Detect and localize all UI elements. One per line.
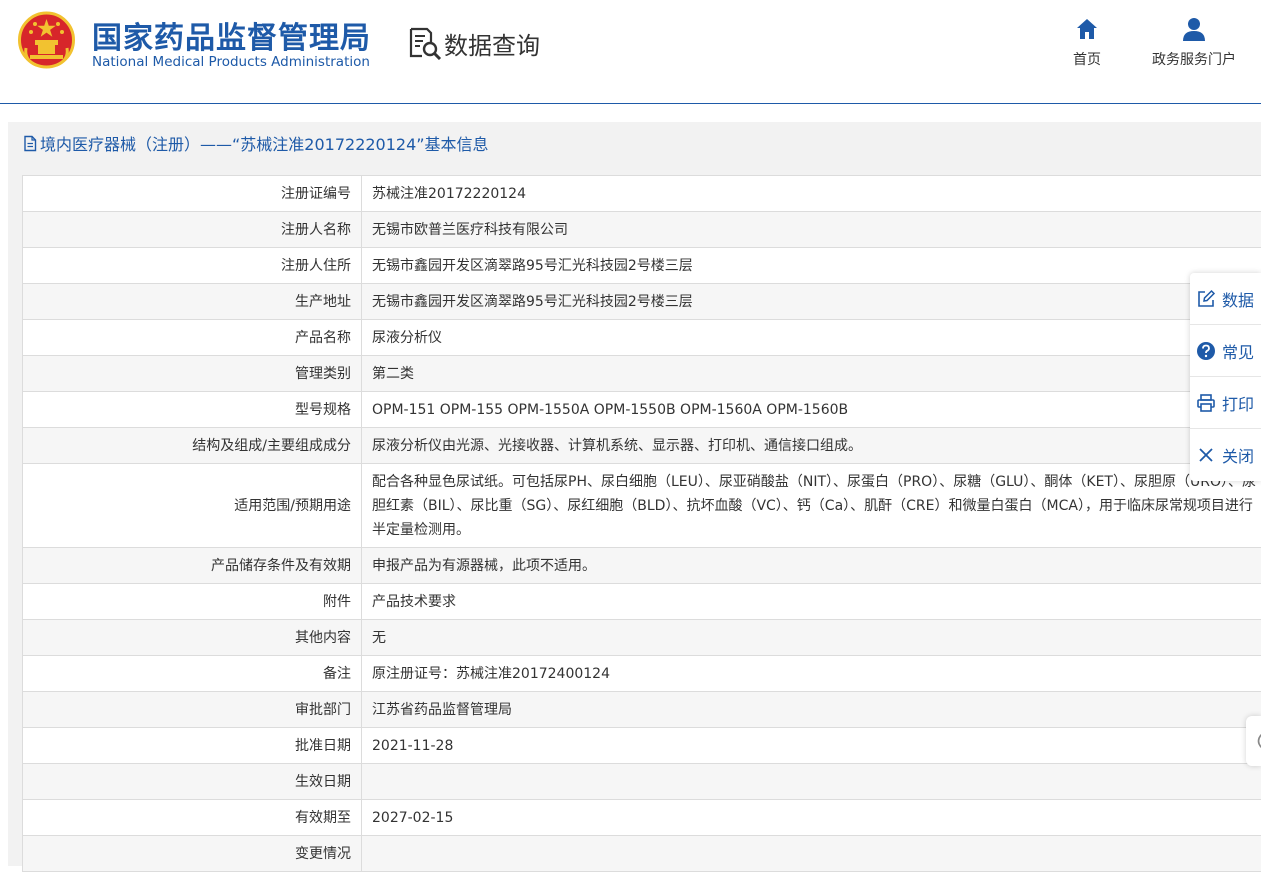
table-row: 备注 原注册证号：苏械注准20172400124 <box>23 656 1261 692</box>
close-icon <box>1196 445 1216 465</box>
field-value: 配合各种显色尿试纸。可包括尿PH、尿白细胞（LEU）、尿亚硝酸盐（NIT）、尿蛋… <box>362 464 1261 548</box>
field-label: 型号规格 <box>23 392 362 428</box>
panel-title-text: 境内医疗器械（注册）——“苏械注准20172220124”基本信息 <box>40 131 489 155</box>
field-label: 生产地址 <box>23 284 362 320</box>
field-value <box>362 764 1261 800</box>
side-item-label: 常见 <box>1222 339 1254 363</box>
table-row: 注册人名称 无锡市欧普兰医疗科技有限公司 <box>23 212 1261 248</box>
question-icon <box>1196 341 1216 361</box>
table-row: 有效期至 2027-02-15 <box>23 800 1261 836</box>
side-item-print[interactable]: 打印 <box>1190 377 1261 429</box>
field-label: 产品名称 <box>23 320 362 356</box>
field-value: 2027-02-15 <box>362 800 1261 836</box>
field-value: 无锡市鑫园开发区滴翠路95号汇光科技园2号楼三层 <box>362 248 1261 284</box>
side-item-label: 关闭 <box>1222 443 1254 467</box>
table-row: 适用范围/预期用途 配合各种显色尿试纸。可包括尿PH、尿白细胞（LEU）、尿亚硝… <box>23 464 1261 548</box>
table-row: 审批部门 江苏省药品监督管理局 <box>23 692 1261 728</box>
nav-service-portal-label: 政务服务门户 <box>1152 49 1236 69</box>
side-item-label: 数据 <box>1222 287 1254 311</box>
field-value: 产品技术要求 <box>362 584 1261 620</box>
field-value: 第二类 <box>362 356 1261 392</box>
field-label: 注册人名称 <box>23 212 362 248</box>
user-icon <box>1182 16 1206 42</box>
side-collapse-tab[interactable] <box>1246 716 1261 766</box>
side-item-faq[interactable]: 常见 <box>1190 325 1261 377</box>
document-icon <box>22 135 38 152</box>
table-row: 管理类别 第二类 <box>23 356 1261 392</box>
field-label: 适用范围/预期用途 <box>23 464 362 548</box>
field-value: OPM-151 OPM-155 OPM-1550A OPM-1550B OPM-… <box>362 392 1261 428</box>
side-item-close[interactable]: 关闭 <box>1190 429 1261 481</box>
table-row: 注册证编号 苏械注准20172220124 <box>23 176 1261 212</box>
field-value: 无 <box>362 620 1261 656</box>
field-value: 无锡市欧普兰医疗科技有限公司 <box>362 212 1261 248</box>
field-label: 注册人住所 <box>23 248 362 284</box>
field-label: 有效期至 <box>23 800 362 836</box>
site-title-english: National Medical Products Administration <box>92 54 370 70</box>
table-row: 其他内容 无 <box>23 620 1261 656</box>
field-label: 生效日期 <box>23 764 362 800</box>
chevron-icon <box>1246 716 1261 766</box>
field-value: 2021-11-28 <box>362 728 1261 764</box>
site-title: 国家药品监督管理局 <box>92 13 371 57</box>
field-value: 无锡市鑫园开发区滴翠路95号汇光科技园2号楼三层 <box>362 284 1261 320</box>
field-value: 尿液分析仪由光源、光接收器、计算机系统、显示器、打印机、通信接口组成。 <box>362 428 1261 464</box>
field-value: 申报产品为有源器械，此项不适用。 <box>362 548 1261 584</box>
field-label: 审批部门 <box>23 692 362 728</box>
data-query-heading: 数据查询 <box>408 26 540 60</box>
table-row: 附件 产品技术要求 <box>23 584 1261 620</box>
side-item-data[interactable]: 数据 <box>1190 273 1261 325</box>
field-label: 产品储存条件及有效期 <box>23 548 362 584</box>
field-value: 尿液分析仪 <box>362 320 1261 356</box>
field-label: 结构及组成/主要组成成分 <box>23 428 362 464</box>
nav-home-label: 首页 <box>1073 49 1101 69</box>
side-toolbar: 数据 常见 打印 关闭 <box>1190 273 1261 481</box>
table-row: 注册人住所 无锡市鑫园开发区滴翠路95号汇光科技园2号楼三层 <box>23 248 1261 284</box>
site-header: 国家药品监督管理局 National Medical Products Admi… <box>0 0 1261 104</box>
field-value: 苏械注准20172220124 <box>362 176 1261 212</box>
table-row: 产品储存条件及有效期 申报产品为有源器械，此项不适用。 <box>23 548 1261 584</box>
table-row: 变更情况 <box>23 836 1261 872</box>
field-label: 管理类别 <box>23 356 362 392</box>
table-row: 产品名称 尿液分析仪 <box>23 320 1261 356</box>
field-value <box>362 836 1261 872</box>
edit-icon <box>1196 289 1216 309</box>
table-row: 生效日期 <box>23 764 1261 800</box>
device-info-table: 注册证编号 苏械注准20172220124 注册人名称 无锡市欧普兰医疗科技有限… <box>22 175 1261 872</box>
document-search-icon <box>408 26 442 60</box>
field-label: 备注 <box>23 656 362 692</box>
field-label: 其他内容 <box>23 620 362 656</box>
printer-icon <box>1196 393 1216 413</box>
home-icon <box>1075 16 1099 42</box>
nav-service-portal[interactable]: 政务服务门户 <box>1146 16 1242 69</box>
national-emblem-icon <box>18 10 75 70</box>
table-row: 型号规格 OPM-151 OPM-155 OPM-1550A OPM-1550B… <box>23 392 1261 428</box>
table-row: 批准日期 2021-11-28 <box>23 728 1261 764</box>
field-label: 注册证编号 <box>23 176 362 212</box>
nav-home[interactable]: 首页 <box>1066 16 1108 69</box>
side-item-label: 打印 <box>1222 391 1254 415</box>
table-row: 结构及组成/主要组成成分 尿液分析仪由光源、光接收器、计算机系统、显示器、打印机… <box>23 428 1261 464</box>
panel-title: 境内医疗器械（注册）——“苏械注准20172220124”基本信息 <box>8 122 489 164</box>
field-value: 江苏省药品监督管理局 <box>362 692 1261 728</box>
field-label: 变更情况 <box>23 836 362 872</box>
table-row: 生产地址 无锡市鑫园开发区滴翠路95号汇光科技园2号楼三层 <box>23 284 1261 320</box>
field-label: 批准日期 <box>23 728 362 764</box>
data-query-label: 数据查询 <box>444 26 540 61</box>
field-label: 附件 <box>23 584 362 620</box>
field-value: 原注册证号：苏械注准20172400124 <box>362 656 1261 692</box>
